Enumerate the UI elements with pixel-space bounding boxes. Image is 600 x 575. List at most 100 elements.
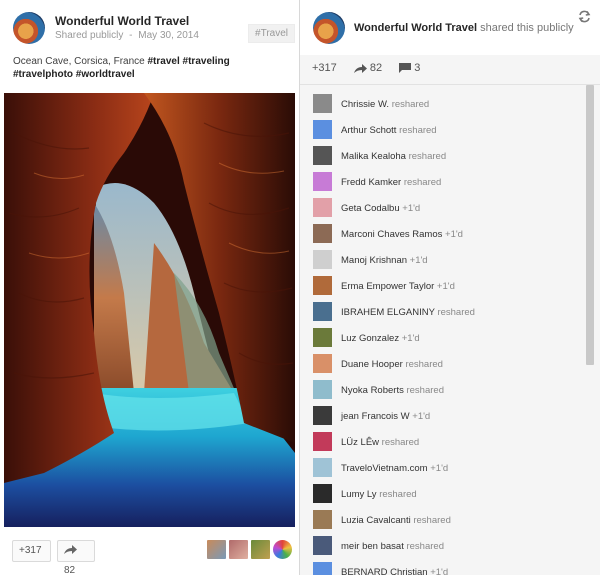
resharers-list: Chrissie W. reshared Arthur Schott resha… [300, 85, 588, 575]
person-name[interactable]: Luzia Cavalcanti [341, 515, 411, 526]
person-action: reshared [403, 177, 442, 188]
hashtag[interactable]: #travelphoto [13, 69, 73, 80]
list-item[interactable]: Chrissie W. reshared [300, 92, 588, 118]
person-name[interactable]: Fredd Kamker [341, 177, 401, 188]
person-action: reshared [406, 541, 444, 552]
panel-author[interactable]: Wonderful World Travel [354, 22, 477, 34]
hashtag[interactable]: #traveling [183, 56, 230, 67]
person-avatar[interactable] [313, 380, 332, 399]
person-name[interactable]: Marconi Chaves Ramos [341, 229, 442, 240]
meta-separator: - [129, 30, 133, 41]
person-action: reshared [379, 489, 417, 500]
post-photo[interactable] [4, 93, 295, 527]
comment-stat[interactable]: 3 [399, 62, 420, 74]
person-avatar[interactable] [313, 120, 332, 139]
list-item[interactable]: meir ben basat reshared [300, 534, 588, 560]
person-avatar[interactable] [313, 536, 332, 555]
person-avatar[interactable] [313, 94, 332, 113]
hashtag[interactable]: #travel [148, 56, 180, 67]
person-avatar[interactable] [313, 562, 332, 575]
person-avatar[interactable] [313, 224, 332, 243]
author-avatar[interactable] [313, 12, 345, 44]
list-item[interactable]: Lumy Ly reshared [300, 482, 588, 508]
list-item[interactable]: IBRAHEM ELGANINY reshared [300, 300, 588, 326]
person-action: +1'd [430, 567, 449, 575]
list-item[interactable]: Nyoka Roberts reshared [300, 378, 588, 404]
plus-one-button[interactable]: +317 [12, 540, 51, 562]
person-name[interactable]: jean Francois W [341, 411, 410, 422]
list-item[interactable]: Erma Empower Taylor +1'd [300, 274, 588, 300]
refresh-icon[interactable] [578, 10, 591, 23]
activity-panel: Wonderful World Travel shared this publi… [300, 0, 600, 575]
list-item[interactable]: Fredd Kamker reshared [300, 170, 588, 196]
person-name[interactable]: Lumy Ly [341, 489, 377, 500]
person-name[interactable]: TraveloVietnam.com [341, 463, 428, 474]
person-avatar[interactable] [313, 302, 332, 321]
person-name[interactable]: IBRAHEM ELGANINY [341, 307, 435, 318]
list-item[interactable]: TraveloVietnam.com +1'd [300, 456, 588, 482]
comment-count: 3 [414, 62, 421, 75]
share-count: 82 [369, 62, 383, 75]
person-avatar[interactable] [313, 484, 332, 503]
person-avatar[interactable] [313, 510, 332, 529]
person-action: +1'd [412, 411, 431, 422]
post-card: Wonderful World Travel Shared publicly -… [0, 0, 300, 575]
person-name[interactable]: Manoj Krishnan [341, 255, 407, 266]
person-name[interactable]: BERNARD Christian [341, 567, 428, 575]
person-name[interactable]: Geta Codalbu [341, 203, 400, 214]
share-arrow-icon [353, 63, 367, 73]
plusoners-thumbnails [207, 540, 292, 562]
share-stat[interactable]: 82 [353, 62, 383, 75]
tag-chip[interactable]: #Travel [248, 24, 295, 43]
list-item[interactable]: LÜz LÊw reshared [300, 430, 588, 456]
list-item[interactable]: jean Francois W +1'd [300, 404, 588, 430]
list-item[interactable]: Manoj Krishnan +1'd [300, 248, 588, 274]
panel-action: shared this publicly [480, 22, 574, 34]
scrollbar[interactable] [586, 85, 594, 365]
person-name[interactable]: Erma Empower Taylor [341, 281, 434, 292]
share-arrow-icon [64, 545, 77, 554]
plusoner-avatar[interactable] [251, 540, 270, 559]
person-avatar[interactable] [313, 146, 332, 165]
person-avatar[interactable] [313, 354, 332, 373]
author-avatar[interactable] [13, 12, 45, 44]
person-name[interactable]: Arthur Schott [341, 125, 396, 136]
plus-one-count[interactable]: +317 [312, 62, 337, 74]
list-item[interactable]: Malika Kealoha reshared [300, 144, 588, 170]
person-name[interactable]: Luz Gonzalez [341, 333, 399, 344]
person-avatar[interactable] [313, 250, 332, 269]
person-action: reshared [391, 99, 430, 110]
person-avatar[interactable] [313, 432, 332, 451]
person-avatar[interactable] [313, 276, 332, 295]
share-button[interactable]: 82 [57, 540, 95, 575]
plusoner-avatar[interactable] [229, 540, 248, 559]
plusoner-avatar[interactable] [207, 540, 226, 559]
list-item[interactable]: Luz Gonzalez +1'd [300, 326, 588, 352]
list-item[interactable]: Geta Codalbu +1'd [300, 196, 588, 222]
person-name[interactable]: meir ben basat [341, 541, 404, 552]
person-action: reshared [437, 307, 475, 318]
list-item[interactable]: Marconi Chaves Ramos +1'd [300, 222, 588, 248]
person-action: reshared [413, 515, 451, 526]
person-avatar[interactable] [313, 406, 332, 425]
person-name[interactable]: Malika Kealoha [341, 151, 406, 162]
person-name[interactable]: Duane Hooper [341, 359, 403, 370]
list-item[interactable]: Arthur Schott reshared [300, 118, 588, 144]
person-avatar[interactable] [313, 198, 332, 217]
person-avatar[interactable] [313, 328, 332, 347]
hashtag[interactable]: #worldtravel [76, 69, 135, 80]
person-action: +1'd [445, 229, 463, 240]
comment-icon [399, 63, 412, 74]
person-avatar[interactable] [313, 172, 332, 191]
plusoner-avatar[interactable] [273, 540, 292, 559]
list-item[interactable]: Luzia Cavalcanti reshared [300, 508, 588, 534]
person-name[interactable]: LÜz LÊw [341, 437, 379, 448]
list-item[interactable]: Duane Hooper reshared [300, 352, 588, 378]
person-avatar[interactable] [313, 458, 332, 477]
person-name[interactable]: Nyoka Roberts [341, 385, 404, 396]
author-name[interactable]: Wonderful World Travel [55, 14, 189, 28]
post-date[interactable]: May 30, 2014 [138, 30, 199, 41]
post-caption: Ocean Cave, Corsica, France [13, 56, 145, 67]
list-item[interactable]: BERNARD Christian +1'd [300, 560, 588, 575]
person-name[interactable]: Chrissie W. [341, 99, 389, 110]
